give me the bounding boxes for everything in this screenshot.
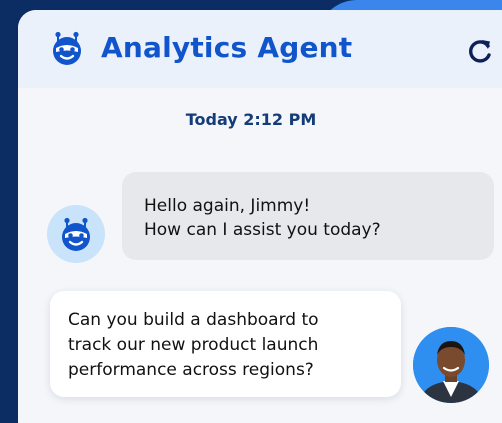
app-title: Analytics Agent [101, 31, 353, 64]
user-avatar [413, 327, 489, 403]
agent-avatar [47, 205, 105, 263]
chat-header: Analytics Agent [18, 10, 502, 88]
message-line: How can I assist you today? [144, 220, 381, 240]
robot-icon [49, 30, 85, 66]
refresh-icon[interactable] [467, 38, 493, 64]
user-message-bubble: Can you build a dashboard to track our n… [50, 291, 401, 397]
agent-message-bubble: Hello again, Jimmy! How can I assist you… [122, 172, 494, 260]
message-line: performance across regions? [68, 360, 314, 380]
chat-timestamp: Today 2:12 PM [185, 110, 317, 129]
robot-icon [62, 217, 90, 251]
user-photo [413, 327, 489, 403]
message-line: Hello again, Jimmy! [144, 196, 311, 216]
message-line: Can you build a dashboard to [68, 310, 319, 330]
message-line: track our new product launch [68, 335, 319, 355]
